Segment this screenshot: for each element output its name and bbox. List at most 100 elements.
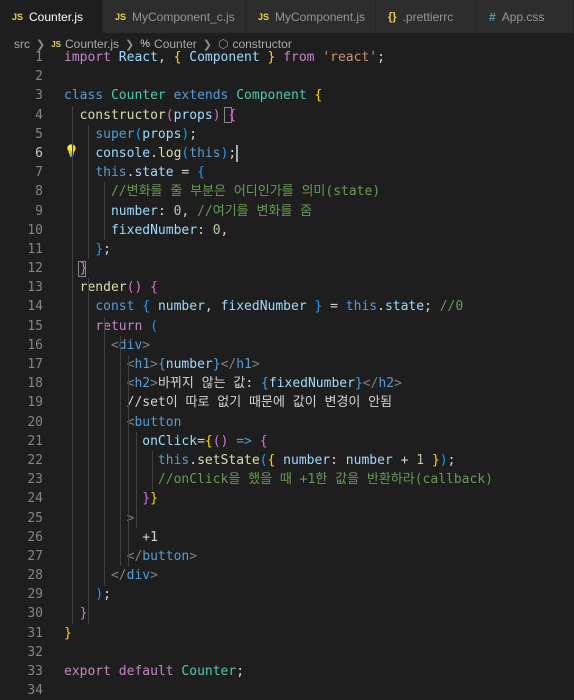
code-token: ) bbox=[439, 452, 448, 468]
code-line[interactable]: 4 constructor(props) { bbox=[0, 106, 574, 125]
code-token: fixedNumber bbox=[110, 222, 198, 238]
code-line[interactable]: 13 render() { bbox=[0, 278, 574, 297]
tab-app-css[interactable]: # App.css bbox=[477, 0, 574, 33]
code-line[interactable]: 19 //set이 따로 없기 때문에 값이 변경이 안됨 bbox=[0, 393, 574, 412]
code-token: => bbox=[236, 433, 252, 449]
code-line[interactable]: 24 }} bbox=[0, 489, 574, 508]
code-editor[interactable]: 1 import React, { Component } from 'react… bbox=[0, 48, 574, 700]
code-token: { bbox=[261, 376, 269, 392]
code-line[interactable]: 32 bbox=[0, 643, 574, 662]
code-line[interactable]: 17 <h1>{number}</h1> bbox=[0, 355, 574, 374]
code-line[interactable]: 10 fixedNumber: 0, bbox=[0, 221, 574, 240]
tab-mycomponent-js[interactable]: JS MyComponent.js bbox=[246, 0, 376, 33]
code-token: > bbox=[189, 548, 198, 564]
code-token: ( bbox=[165, 107, 174, 123]
code-line[interactable]: 34 bbox=[0, 681, 574, 700]
code-token: = bbox=[173, 165, 198, 181]
code-line[interactable]: 30 } bbox=[0, 604, 574, 623]
code-text: number: 0, //여기를 변화를 줌 bbox=[64, 202, 312, 221]
line-number: 21 bbox=[27, 433, 43, 449]
code-token: { bbox=[142, 299, 151, 315]
code-token: ( bbox=[150, 318, 158, 334]
code-token: } bbox=[431, 452, 440, 468]
code-token: : bbox=[157, 203, 174, 219]
tab-counter-js[interactable]: JS Counter.js bbox=[0, 0, 103, 33]
code-line[interactable]: 6 console.log(this);💡 bbox=[0, 144, 574, 163]
code-line[interactable]: 15 return ( bbox=[0, 317, 574, 336]
code-line[interactable]: 22 this.setState({ number: number + 1 })… bbox=[0, 451, 574, 470]
code-line[interactable]: 2 bbox=[0, 67, 574, 86]
code-text: </div> bbox=[64, 566, 158, 585]
code-token: //변화를 줄 부분은 어디인가를 의미(state) bbox=[110, 184, 381, 200]
code-line[interactable]: 12 } bbox=[0, 259, 574, 278]
code-line[interactable]: 5 super(props); bbox=[0, 125, 574, 144]
code-token: ( bbox=[212, 433, 221, 449]
code-line[interactable]: 33 export default Counter; bbox=[0, 662, 574, 681]
code-token: //onClick을 했을 때 +1한 값을 반환하라(callback) bbox=[157, 472, 493, 488]
code-line[interactable]: 8 //변화를 줄 부분은 어디인가를 의미(state) bbox=[0, 182, 574, 201]
code-line[interactable]: 16 <div> bbox=[0, 336, 574, 355]
code-token: div bbox=[118, 337, 143, 353]
code-line[interactable]: 28 </div> bbox=[0, 566, 574, 585]
tab-mycomponent-c-js[interactable]: JS MyComponent_c.js bbox=[103, 0, 246, 33]
code-line[interactable]: 25 > bbox=[0, 509, 574, 528]
indent-guide bbox=[88, 124, 89, 260]
code-line[interactable]: 3 class Counter extends Component { bbox=[0, 86, 574, 105]
line-number: 5 bbox=[35, 126, 43, 142]
indent-guide bbox=[128, 355, 129, 567]
code-token: Counter bbox=[110, 88, 166, 104]
code-token: , bbox=[181, 203, 198, 219]
code-line[interactable]: 31} bbox=[0, 624, 574, 643]
code-line[interactable]: 29 ); bbox=[0, 585, 574, 604]
code-line[interactable]: 26 +1 bbox=[0, 528, 574, 547]
code-token: } bbox=[79, 606, 88, 622]
code-line[interactable]: 23 //onClick을 했을 때 +1한 값을 반환하라(callback) bbox=[0, 470, 574, 489]
code-token: } bbox=[212, 357, 221, 372]
code-token: < bbox=[110, 337, 119, 353]
code-line[interactable]: 21 onClick={() => { bbox=[0, 432, 574, 451]
tab-label: MyComponent.js bbox=[275, 9, 366, 24]
code-text: render() { bbox=[64, 278, 158, 297]
code-token: ; bbox=[447, 452, 456, 468]
code-text: console.log(this); bbox=[64, 144, 236, 163]
code-text: class Counter extends Component { bbox=[64, 86, 322, 105]
line-number: 7 bbox=[35, 165, 43, 181]
code-token: : bbox=[330, 452, 346, 468]
code-token: ; bbox=[103, 241, 111, 257]
code-text: <div> bbox=[64, 336, 150, 355]
code-text: +1 bbox=[64, 528, 158, 547]
code-line[interactable]: 9 number: 0, //여기를 변화를 줌 bbox=[0, 202, 574, 221]
css-file-icon: # bbox=[489, 9, 496, 24]
code-line[interactable]: 20 <button bbox=[0, 413, 574, 432]
code-token: 바뀌지 않는 값: bbox=[157, 376, 262, 392]
code-token: React bbox=[118, 50, 158, 65]
tab-prettierrc[interactable]: {} .prettierrc bbox=[376, 0, 477, 33]
code-line[interactable]: 27 </button> bbox=[0, 547, 574, 566]
code-token: this bbox=[189, 145, 221, 161]
code-token: , bbox=[220, 222, 229, 238]
code-line[interactable]: 14 const { number, fixedNumber } = this.… bbox=[0, 297, 574, 316]
code-token: { bbox=[150, 280, 158, 296]
line-number: 24 bbox=[27, 491, 43, 507]
code-token: return bbox=[95, 318, 143, 334]
code-token: default bbox=[118, 664, 174, 679]
code-line[interactable]: 1 import React, { Component } from 'react… bbox=[0, 48, 574, 67]
code-token: ; bbox=[103, 587, 111, 603]
code-line[interactable]: 7 this.state = { bbox=[0, 163, 574, 182]
code-token: { bbox=[204, 433, 213, 449]
code-line[interactable]: 11 }; bbox=[0, 240, 574, 259]
code-token: //여기를 변화를 줌 bbox=[197, 203, 313, 219]
line-number: 9 bbox=[35, 203, 43, 219]
code-token: , bbox=[157, 50, 174, 65]
code-text: super(props); bbox=[64, 125, 197, 144]
code-token: Component bbox=[236, 88, 307, 104]
code-line[interactable]: 18 <h2>바뀌지 않는 값: {fixedNumber}</h2> bbox=[0, 374, 574, 393]
